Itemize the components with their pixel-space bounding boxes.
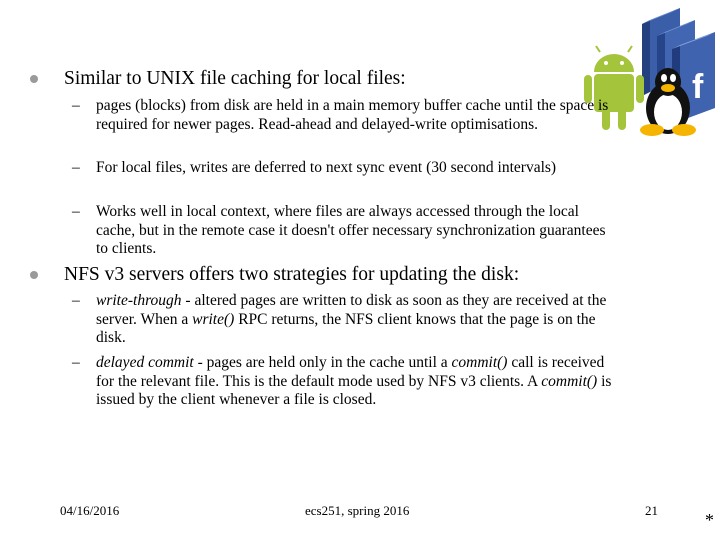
footer-mark: * [705,510,714,530]
text-run: For local files, writes are deferred to … [96,159,557,176]
bullet-text: Similar to UNIX file caching for local f… [64,68,406,89]
sub-text: Works well in local context, where files… [96,203,616,259]
bullet-dot [30,271,38,279]
bullet-dot [30,75,38,83]
footer-course: ecs251, spring 2016 [305,503,410,518]
dash-marker: – [72,203,80,220]
sub-text: pages (blocks) from disk are held in a m… [96,97,616,134]
dash-marker: – [72,292,80,309]
emphasized-term: write() [192,310,235,328]
footer-date: 04/16/2016 [60,503,120,518]
text-run: - pages are held only in the cache until… [193,354,452,371]
sub-text: write-through - altered pages are writte… [96,292,616,348]
emphasized-term: commit() [451,354,508,371]
text-run: Works well in local context, where files… [96,203,606,257]
text-run: pages (blocks) from disk are held in a m… [96,97,609,133]
dash-marker: – [72,354,80,371]
emphasized-term: commit() [541,372,598,390]
emphasized-term: write-through [96,292,182,309]
dash-marker: – [72,159,80,176]
svg-text:f: f [692,68,704,106]
bullet-text: NFS v3 servers offers two strategies for… [64,264,520,285]
sub-text: For local files, writes are deferred to … [96,159,616,178]
sub-text: delayed commit - pages are held only in … [96,354,616,410]
dash-marker: – [72,97,80,114]
emphasized-term: delayed commit [96,354,194,371]
footer-page-number: 21 [645,503,658,518]
